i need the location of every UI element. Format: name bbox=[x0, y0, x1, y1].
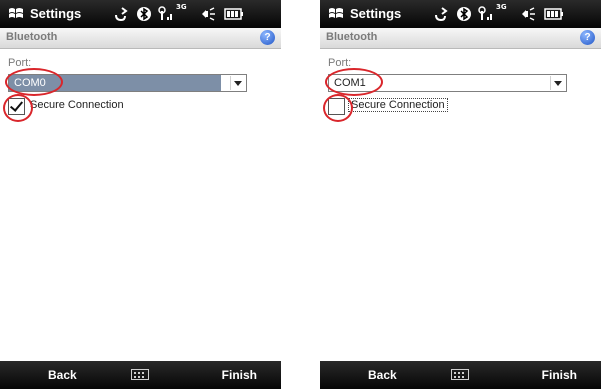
bluetooth-screen-after: Settings 3G Bluetooth ? Port: COM1 Secur… bbox=[320, 0, 601, 389]
signal-icon bbox=[158, 6, 174, 22]
volume-icon bbox=[520, 6, 536, 22]
call-forward-icon bbox=[113, 6, 129, 22]
page-title: Bluetooth bbox=[6, 31, 58, 43]
keyboard-icon[interactable] bbox=[131, 369, 149, 380]
port-select[interactable]: COM0 bbox=[8, 74, 247, 92]
secure-connection-label[interactable]: Secure Connection bbox=[348, 98, 448, 112]
port-label: Port: bbox=[328, 57, 352, 69]
volume-icon bbox=[200, 6, 216, 22]
question-mark-icon[interactable]: ? bbox=[260, 30, 275, 45]
question-mark-icon[interactable]: ? bbox=[580, 30, 595, 45]
port-select-value: COM1 bbox=[334, 77, 366, 89]
finish-softkey[interactable]: Finish bbox=[542, 368, 577, 382]
softkey-bar: Back Finish bbox=[320, 361, 601, 389]
bluetooth-screen-before: Settings 3G Bluetooth ? Port: COM0 Secur… bbox=[0, 0, 281, 389]
battery-icon bbox=[224, 6, 244, 22]
bluetooth-icon bbox=[136, 6, 152, 22]
back-softkey[interactable]: Back bbox=[48, 368, 77, 382]
network-type-label: 3G bbox=[496, 3, 507, 11]
windows-flag-icon[interactable] bbox=[8, 6, 24, 22]
finish-softkey[interactable]: Finish bbox=[222, 368, 257, 382]
secure-connection-checkbox[interactable] bbox=[8, 98, 25, 115]
dropdown-arrow-icon[interactable] bbox=[550, 76, 565, 90]
port-select[interactable]: COM1 bbox=[328, 74, 567, 92]
signal-icon bbox=[478, 6, 494, 22]
page-title: Bluetooth bbox=[326, 31, 378, 43]
back-softkey[interactable]: Back bbox=[368, 368, 397, 382]
port-label: Port: bbox=[8, 57, 32, 69]
status-bar: Settings 3G bbox=[320, 0, 601, 28]
secure-connection-checkbox[interactable] bbox=[328, 98, 345, 115]
secure-connection-label[interactable]: Secure Connection bbox=[28, 99, 126, 111]
battery-icon bbox=[544, 6, 564, 22]
bluetooth-icon bbox=[456, 6, 472, 22]
app-title: Settings bbox=[30, 6, 82, 21]
dropdown-arrow-icon[interactable] bbox=[230, 76, 245, 90]
softkey-bar: Back Finish bbox=[0, 361, 281, 389]
port-select-value: COM0 bbox=[9, 75, 221, 91]
page-header: Bluetooth ? bbox=[0, 28, 281, 49]
keyboard-icon[interactable] bbox=[451, 369, 469, 380]
status-bar: Settings 3G bbox=[0, 0, 281, 28]
network-type-label: 3G bbox=[176, 3, 187, 11]
windows-flag-icon[interactable] bbox=[328, 6, 344, 22]
app-title: Settings bbox=[350, 6, 402, 21]
page-header: Bluetooth ? bbox=[320, 28, 601, 49]
call-forward-icon bbox=[433, 6, 449, 22]
